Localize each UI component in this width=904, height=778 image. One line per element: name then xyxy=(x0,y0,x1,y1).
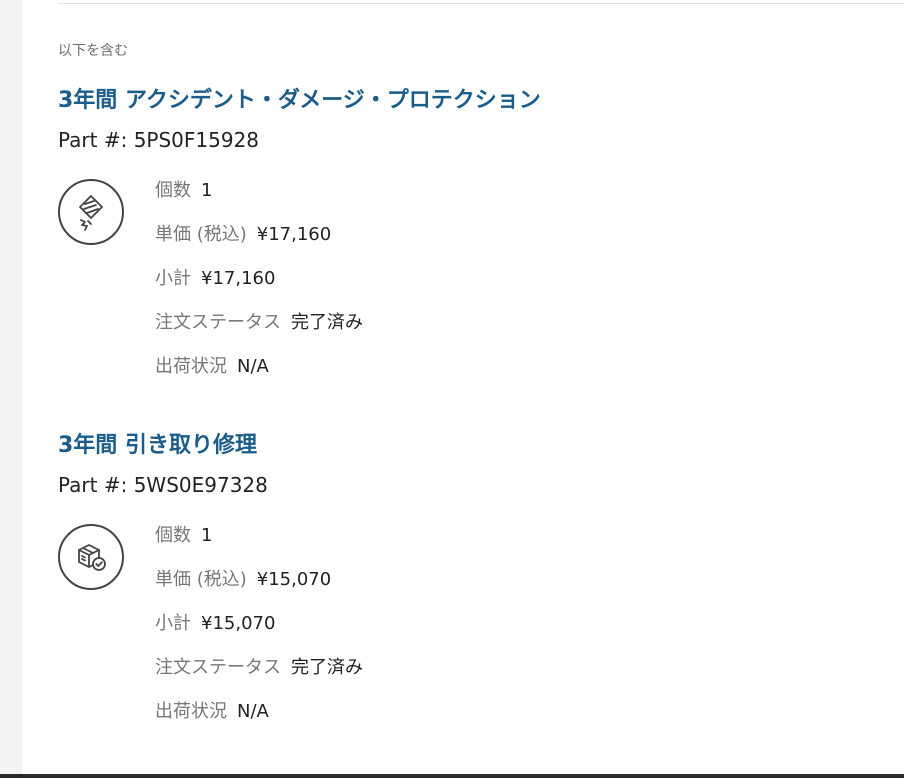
subtotal-value: ¥15,070 xyxy=(201,613,276,634)
shipping-status-label: 出荷状況 xyxy=(155,356,227,377)
part-number: Part #: 5PS0F15928 xyxy=(58,128,260,152)
order-status-row: 注文ステータス 完了済み xyxy=(155,656,363,700)
product-title[interactable]: 3年間 引き取り修理 xyxy=(58,429,858,463)
subtotal-row: 小計 ¥17,160 xyxy=(155,267,363,311)
quantity-row: 個数 1 xyxy=(155,524,363,568)
unit-price-row: 単価 (税込) ¥17,160 xyxy=(155,223,363,267)
subtotal-label: 小計 xyxy=(155,613,191,634)
top-divider xyxy=(58,0,904,4)
unit-price-label: 単価 (税込) xyxy=(155,569,247,590)
quantity-value: 1 xyxy=(201,525,213,546)
quantity-label: 個数 xyxy=(155,180,191,201)
bottom-bar xyxy=(0,774,904,778)
unit-price-row: 単価 (税込) ¥15,070 xyxy=(155,568,363,612)
includes-label: 以下を含む xyxy=(58,43,128,59)
unit-price-label: 単価 (税込) xyxy=(155,224,247,245)
product-item: 3年間 アクシデント・ダメージ・プロテクション Part #: 5PS0F159… xyxy=(58,84,858,377)
quantity-row: 個数 1 xyxy=(155,179,363,223)
product-details: 個数 1 単価 (税込) ¥17,160 小計 ¥17,160 注文ステータス 完了済み… xyxy=(155,179,363,399)
damage-protection-icon xyxy=(58,179,124,245)
left-gutter xyxy=(0,0,22,778)
quantity-label: 個数 xyxy=(155,525,191,546)
unit-price-value: ¥17,160 xyxy=(256,224,332,245)
repair-pickup-icon xyxy=(58,524,124,590)
order-status-row: 注文ステータス 完了済み xyxy=(155,311,363,355)
unit-price-value: ¥15,070 xyxy=(256,569,332,590)
order-status-label: 注文ステータス xyxy=(155,657,281,678)
product-item: 3年間 引き取り修理 Part #: 5WS0E97328 個数 1 単価 (税込… xyxy=(58,429,858,722)
subtotal-label: 小計 xyxy=(155,268,191,289)
product-details: 個数 1 単価 (税込) ¥15,070 小計 ¥15,070 注文ステータス 完了済み… xyxy=(155,524,363,744)
shipping-status-label: 出荷状況 xyxy=(155,701,227,722)
shipping-status-row: 出荷状況 N/A xyxy=(155,700,363,744)
order-status-label: 注文ステータス xyxy=(155,312,281,333)
shipping-status-value: N/A xyxy=(237,356,269,377)
shipping-status-value: N/A xyxy=(237,701,269,722)
subtotal-value: ¥17,160 xyxy=(201,268,276,289)
quantity-value: 1 xyxy=(201,180,213,201)
part-number: Part #: 5WS0E97328 xyxy=(58,473,268,497)
order-status-value: 完了済み xyxy=(291,657,363,678)
shipping-status-row: 出荷状況 N/A xyxy=(155,355,363,399)
subtotal-row: 小計 ¥15,070 xyxy=(155,612,363,656)
product-title[interactable]: 3年間 アクシデント・ダメージ・プロテクション xyxy=(58,84,858,118)
order-status-value: 完了済み xyxy=(291,312,363,333)
